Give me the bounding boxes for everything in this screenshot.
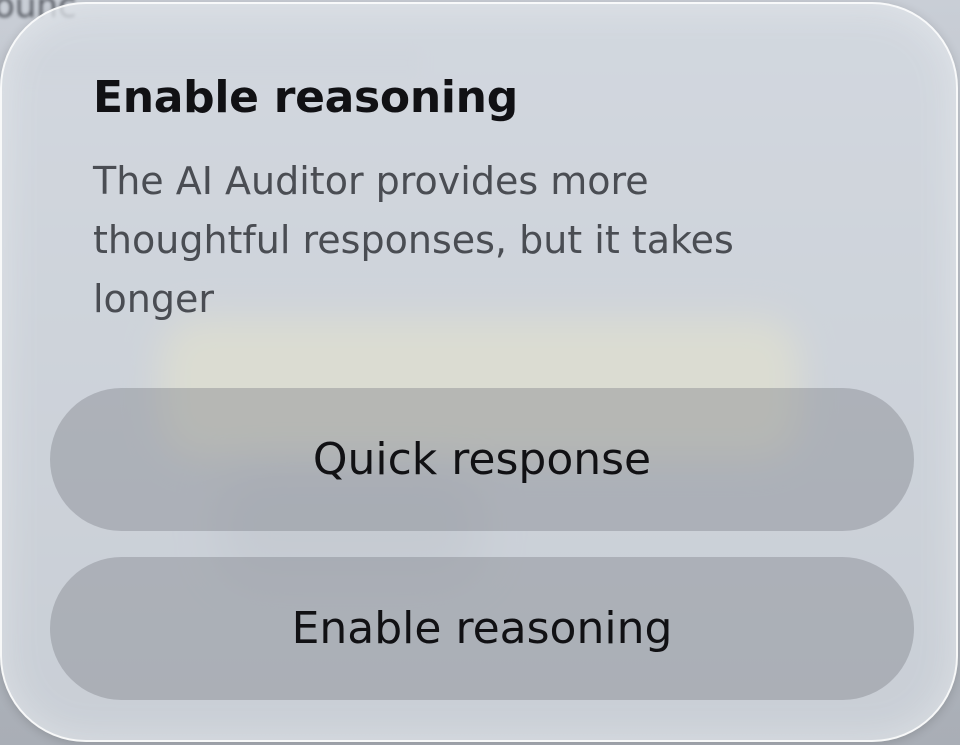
dialog-message: The AI Auditor provides more thoughtful … (93, 159, 734, 321)
dialog-title: Enable reasoning (93, 72, 518, 123)
reasoning-dialog: Enable reasoning The AI Auditor provides… (0, 2, 958, 742)
enable-reasoning-button[interactable]: Enable reasoning (50, 557, 914, 700)
quick-response-button[interactable]: Quick response (50, 388, 914, 531)
